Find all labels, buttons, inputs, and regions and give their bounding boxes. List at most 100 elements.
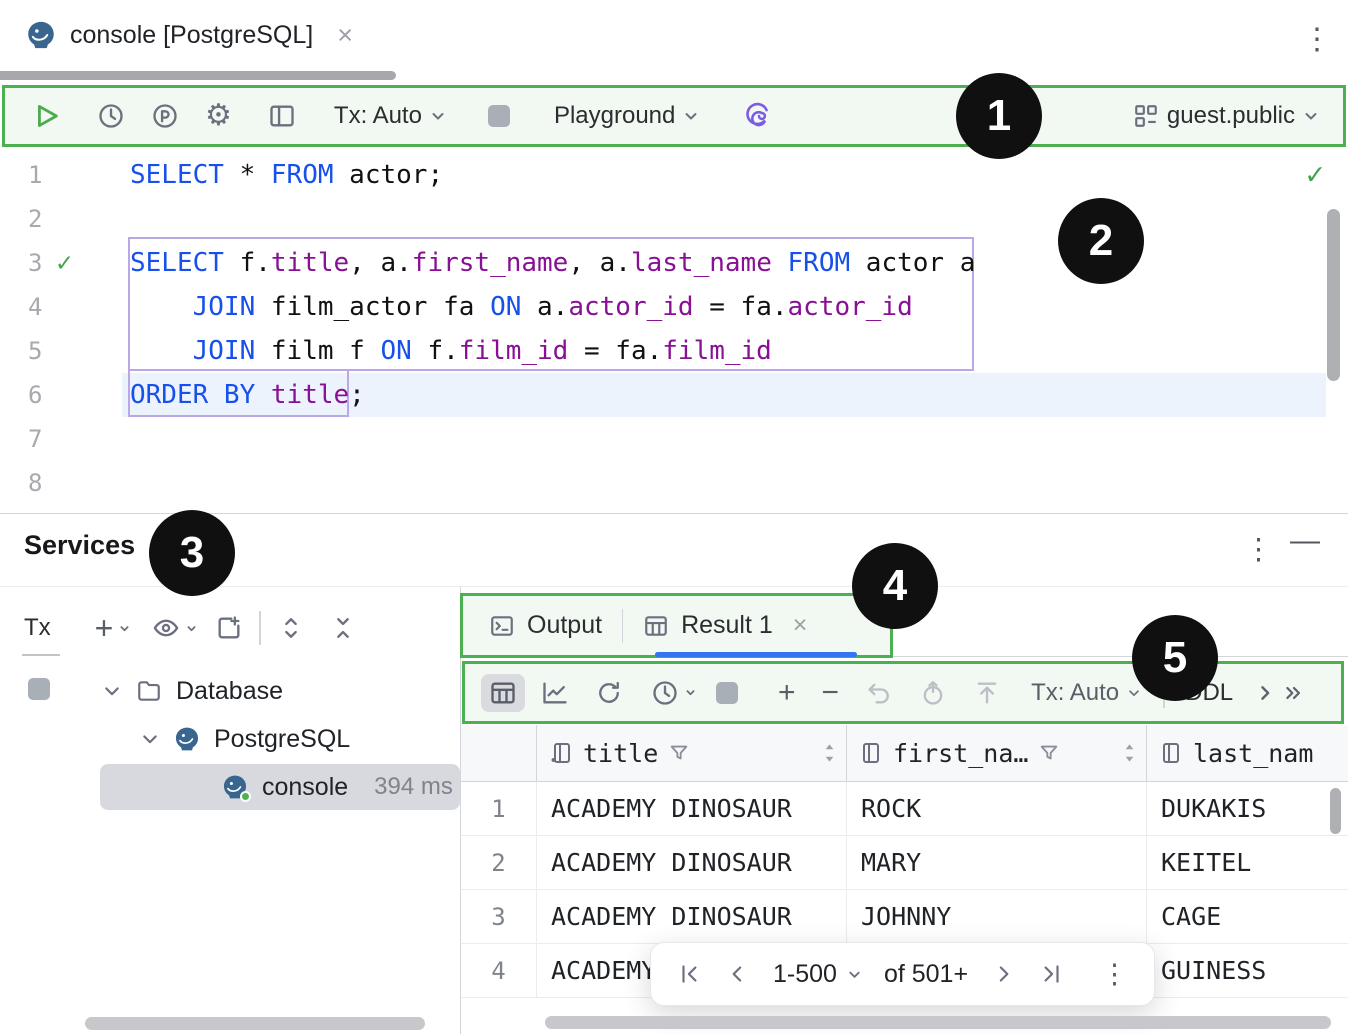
callout-2: 2 bbox=[1058, 198, 1144, 284]
tab-output[interactable]: Output bbox=[489, 611, 602, 640]
close-icon[interactable]: × bbox=[793, 611, 808, 640]
next-page-icon[interactable] bbox=[990, 961, 1016, 987]
cell-title[interactable]: ACADEMY DINOSAUR bbox=[536, 890, 846, 943]
chevron-right-icon[interactable] bbox=[1255, 683, 1275, 703]
table-icon bbox=[643, 613, 669, 639]
settings-gear-icon[interactable]: ⚙ bbox=[205, 101, 232, 131]
delete-row-icon[interactable]: − bbox=[822, 678, 840, 708]
kebab-menu-icon[interactable]: ⋮ bbox=[1302, 22, 1332, 57]
minimize-icon[interactable]: — bbox=[1290, 524, 1320, 558]
refresh-icon[interactable] bbox=[595, 679, 623, 707]
first-page-icon[interactable] bbox=[677, 961, 703, 987]
table-row[interactable]: 1ACADEMY DINOSAURROCKDUKAKIS bbox=[461, 782, 1348, 836]
add-button[interactable]: + bbox=[95, 612, 114, 644]
table-scrollbar[interactable] bbox=[1330, 788, 1341, 834]
kebab-menu-icon[interactable]: ⋮ bbox=[1101, 959, 1128, 990]
chevron-down-icon bbox=[847, 967, 862, 982]
row-number: 3 bbox=[461, 890, 536, 943]
layout-icon[interactable] bbox=[268, 102, 296, 130]
open-new-console-icon[interactable] bbox=[215, 614, 243, 642]
code-line[interactable]: JOIN film f ON f.film_id = fa.film_id bbox=[130, 329, 975, 373]
cell-first-name[interactable]: JOHNNY bbox=[846, 890, 1146, 943]
close-icon[interactable]: × bbox=[337, 22, 353, 49]
code-line[interactable] bbox=[130, 417, 975, 461]
cell-last-name[interactable]: CAGE bbox=[1146, 890, 1348, 943]
editor-tab-console[interactable]: console [PostgreSQL] × bbox=[26, 20, 353, 50]
code-line[interactable]: ORDER BY title; bbox=[130, 373, 975, 417]
column-header-title[interactable]: title bbox=[536, 725, 846, 781]
table-row[interactable]: 2ACADEMY DINOSAURMARYKEITEL bbox=[461, 836, 1348, 890]
add-row-icon[interactable]: + bbox=[778, 678, 796, 708]
cell-first-name[interactable]: ROCK bbox=[846, 782, 1146, 835]
code-line[interactable] bbox=[130, 461, 975, 505]
playground-dropdown[interactable]: Playground bbox=[554, 102, 699, 130]
code-line[interactable]: JOIN film_actor fa ON a.actor_id = fa.ac… bbox=[130, 285, 975, 329]
editor-tab-bar: console [PostgreSQL] × ⋮ bbox=[0, 0, 1348, 84]
eye-icon[interactable] bbox=[152, 614, 180, 642]
tree-item-database[interactable]: Database bbox=[102, 668, 283, 714]
tree-item-postgresql[interactable]: PostgreSQL bbox=[140, 716, 350, 762]
cell-last-name[interactable]: KEITEL bbox=[1146, 836, 1348, 889]
result-tabs: Output Result 1 × bbox=[460, 593, 893, 658]
grid-view-icon[interactable] bbox=[481, 674, 525, 712]
sql-editor[interactable]: 123✓45678 SELECT * FROM actor;SELECT f.t… bbox=[0, 147, 1348, 513]
row-number: 4 bbox=[461, 944, 536, 997]
rollback-icon[interactable] bbox=[919, 679, 947, 707]
filter-icon[interactable] bbox=[668, 742, 690, 764]
column-label: title bbox=[583, 739, 658, 768]
prev-page-icon[interactable] bbox=[725, 961, 751, 987]
cell-title[interactable]: ACADEMY DINOSAUR bbox=[536, 782, 846, 835]
table-row[interactable]: 3ACADEMY DINOSAURJOHNNYCAGE bbox=[461, 890, 1348, 944]
tx-filter-dropdown[interactable]: Tx bbox=[24, 614, 51, 642]
sort-icon[interactable] bbox=[1123, 741, 1136, 765]
tx-mode-dropdown[interactable]: Tx: Auto bbox=[334, 102, 446, 130]
filter-icon[interactable] bbox=[1038, 742, 1060, 764]
line-number: 6 bbox=[28, 373, 42, 417]
column-header-first-name[interactable]: first_na… bbox=[846, 725, 1146, 781]
horizontal-scrollbar-left[interactable] bbox=[85, 1017, 425, 1030]
collapse-all-icon[interactable] bbox=[329, 614, 357, 642]
chevron-down-icon[interactable] bbox=[140, 729, 160, 749]
stop-icon[interactable] bbox=[716, 682, 738, 704]
last-page-icon[interactable] bbox=[1038, 961, 1064, 987]
callout-3: 3 bbox=[149, 510, 235, 596]
schema-dropdown[interactable]: guest.public bbox=[1133, 102, 1319, 130]
chevron-down-icon bbox=[119, 623, 130, 634]
tx-mode-dropdown[interactable]: Tx: Auto bbox=[1031, 679, 1141, 707]
code-line[interactable]: SELECT f.title, a.first_name, a.last_nam… bbox=[130, 241, 975, 285]
editor-scrollbar[interactable] bbox=[1327, 209, 1340, 381]
cell-title[interactable]: ACADEMY DINOSAUR bbox=[536, 836, 846, 889]
tree-label: console bbox=[262, 773, 348, 802]
stop-button[interactable] bbox=[488, 105, 510, 127]
page-range-label: 1-500 bbox=[773, 960, 837, 989]
code-line[interactable] bbox=[130, 197, 975, 241]
tree-item-console[interactable]: console 394 ms bbox=[100, 764, 460, 810]
undo-icon[interactable] bbox=[865, 679, 893, 707]
explain-plan-icon[interactable] bbox=[151, 102, 179, 130]
run-button[interactable] bbox=[33, 102, 61, 130]
cell-last-name[interactable]: GUINESS bbox=[1146, 944, 1348, 997]
chart-view-icon[interactable] bbox=[541, 679, 569, 707]
horizontal-scrollbar-right[interactable] bbox=[545, 1016, 1331, 1029]
cell-last-name[interactable]: DUKAKIS bbox=[1146, 782, 1348, 835]
page-range-dropdown[interactable]: 1-500 bbox=[773, 960, 862, 989]
services-menu-icon[interactable]: ⋮ bbox=[1244, 532, 1273, 567]
schedule-icon[interactable] bbox=[651, 679, 679, 707]
line-number: 1 bbox=[28, 153, 42, 197]
sort-icon[interactable] bbox=[823, 741, 836, 765]
services-title: Services bbox=[24, 530, 135, 561]
expand-all-icon[interactable] bbox=[277, 614, 305, 642]
chevron-down-icon bbox=[430, 108, 446, 124]
double-chevron-right-icon[interactable] bbox=[1283, 683, 1305, 703]
code-line[interactable]: SELECT * FROM actor; bbox=[130, 153, 975, 197]
submit-icon[interactable] bbox=[973, 679, 1001, 707]
column-header-last-name[interactable]: last_nam bbox=[1146, 725, 1348, 781]
chevron-down-icon[interactable] bbox=[102, 681, 122, 701]
tab-result-1[interactable]: Result 1 × bbox=[643, 611, 807, 640]
postgresql-icon bbox=[174, 726, 200, 752]
history-icon[interactable] bbox=[97, 102, 125, 130]
swirl-icon[interactable] bbox=[745, 102, 773, 130]
active-tab-indicator bbox=[655, 652, 857, 657]
cell-first-name[interactable]: MARY bbox=[846, 836, 1146, 889]
tabstrip-scrollbar[interactable] bbox=[0, 71, 396, 80]
